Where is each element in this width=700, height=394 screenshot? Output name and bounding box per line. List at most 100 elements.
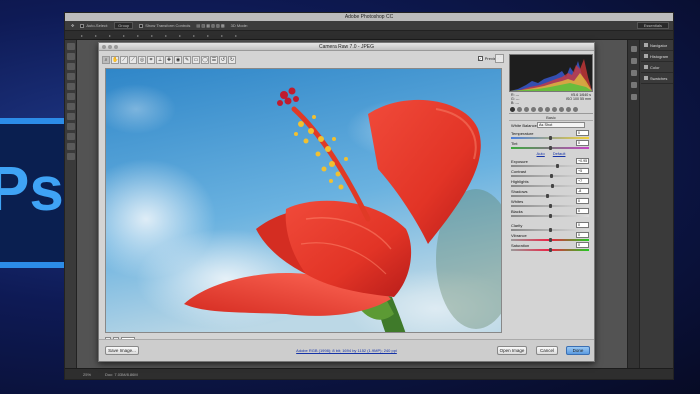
tab-hsl-icon[interactable] [531,106,536,112]
photoshop-logo: Ps [0,118,72,268]
panel-tabs [509,105,593,114]
tool-icon[interactable] [67,93,75,100]
slider-contrast[interactable]: Contrast +5 [509,168,593,178]
adjustments-panel: R: --- G: --- B: --- f/5.6 1/640 s ISO 1… [509,54,593,339]
tool-icon[interactable] [67,43,75,50]
slider-highlights[interactable]: Highlights +7 [509,178,593,188]
hibiscus-photo [106,69,501,332]
panel-icon[interactable] [631,46,637,52]
slider-clarity[interactable]: Clarity 0 [509,222,593,232]
tab-basic-icon[interactable] [510,106,515,112]
panel-icon[interactable] [631,70,637,76]
panel-icon[interactable] [631,94,637,100]
tab-presets-icon[interactable] [566,106,571,112]
auto-link[interactable]: Auto [537,150,545,158]
target-adjust-icon[interactable]: ◎ [138,55,146,64]
open-image-button[interactable]: Open Image [497,346,527,355]
camera-raw-titlebar: Camera Raw 7.0 - JPEG [99,43,594,51]
move-tool-icon[interactable]: ✥ [71,23,74,28]
fullscreen-icon[interactable]: ⤢ [495,54,504,63]
exif-iso-focal: ISO 100 55 mm [565,97,591,101]
tab-tone-curve-icon[interactable] [517,106,522,112]
tool-icon[interactable] [67,153,75,160]
minimize-icon[interactable] [108,45,112,49]
preview-checkbox[interactable]: ✓ [477,56,483,61]
app-title: Adobe Photoshop CC [65,13,673,21]
tool-icon[interactable] [67,143,75,150]
camera-raw-toolbar: ⌕ ✋ ⟋ ⟋ ◎ ⌗ ⟂ ✚ ◉ ✎ ▭ ◯ ☰ ↺ ↻ [102,54,505,65]
slider-knob[interactable] [548,248,552,252]
right-panel-dock: Navigator Histogram Color Swatches [627,40,673,370]
slider-knob[interactable] [548,146,552,150]
rotate-left-icon[interactable]: ↺ [219,55,227,64]
tool-icon[interactable] [67,83,75,90]
doc-size: Doc: 7.03M/8.86M [105,371,138,377]
camera-raw-title: Camera Raw 7.0 - JPEG [318,44,375,50]
straighten-tool-icon[interactable]: ⟂ [156,55,164,64]
tab-effects-icon[interactable] [552,106,557,112]
align-icons[interactable]: ▤ ▥ ▦ ▧ ▨ ▩ [196,23,224,28]
tool-icon[interactable] [67,133,75,140]
slider-temperature[interactable]: Temperature 0 [509,130,593,140]
tool-icon[interactable] [67,63,75,70]
red-eye-icon[interactable]: ◉ [174,55,182,64]
white-balance-dropdown[interactable]: As Shot [537,122,585,128]
spot-removal-icon[interactable]: ✚ [165,55,173,64]
auto-select-dropdown[interactable]: Group [114,22,134,29]
tool-icon[interactable] [67,113,75,120]
white-balance-tool-icon[interactable]: ⟋ [120,55,128,64]
tab-snapshots-icon[interactable] [573,106,578,112]
camera-readout: R: --- G: --- B: --- f/5.6 1/640 s ISO 1… [511,93,591,105]
tab-split-toning-icon[interactable] [538,106,543,112]
mode-3d-label: 3D Mode: [230,23,248,28]
status-bar: 25% Doc: 7.03M/8.86M [65,368,673,379]
crop-tool-icon[interactable]: ⌗ [147,55,155,64]
tool-icon[interactable] [67,73,75,80]
tool-icon[interactable] [67,103,75,110]
panel-icon[interactable] [631,58,637,64]
close-icon[interactable] [102,45,106,49]
slider-vibrance[interactable]: Vibrance 0 [509,232,593,242]
slider-saturation[interactable]: Saturation 0 [509,242,593,252]
default-link[interactable]: Default [553,150,566,158]
tab-detail-icon[interactable] [524,106,529,112]
rotate-right-icon[interactable]: ↻ [228,55,236,64]
panel-icon[interactable] [631,82,637,88]
slider-shadows[interactable]: Shadows -8 [509,188,593,198]
auto-select-option[interactable]: Auto-Select: [80,23,108,28]
radial-filter-icon[interactable]: ◯ [201,55,209,64]
histogram [509,54,593,92]
zoom-tool-icon[interactable]: ⌕ [102,55,110,64]
preview-image[interactable] [105,68,502,333]
tab-lens-icon[interactable] [545,106,550,112]
tool-icon[interactable] [67,123,75,130]
dialog-footer: Save Image... Adobe RGB (1998); 8 bit; 1… [99,339,594,361]
cancel-button[interactable]: Cancel [536,346,558,355]
zoom-icon[interactable] [114,45,118,49]
panel-color[interactable]: Color [641,62,673,73]
preferences-icon[interactable]: ☰ [210,55,218,64]
panel-swatches[interactable]: Swatches [641,73,673,84]
slider-blacks[interactable]: Blacks 0 [509,208,593,218]
document-tabs: ▸ ▸ ▸ ▸ ▸ ▸ ▸ ▸ ▸ ▸ ▸ ▸ [65,31,673,40]
camera-raw-dialog: Camera Raw 7.0 - JPEG ⌕ ✋ ⟋ ⟋ ◎ ⌗ ⟂ ✚ ◉ … [98,42,595,362]
auto-default-links: Auto Default [509,150,593,158]
done-button[interactable]: Done [566,346,590,355]
slider-exposure[interactable]: Exposure +0.95 [509,158,593,168]
graduated-filter-icon[interactable]: ▭ [192,55,200,64]
show-transform-option[interactable]: Show Transform Controls [139,23,190,28]
tool-icon[interactable] [67,53,75,60]
slider-whites[interactable]: Whites 0 [509,198,593,208]
zoom-level[interactable]: 25% [83,372,91,377]
color-sampler-icon[interactable]: ⟋ [129,55,137,64]
slider-tint[interactable]: Tint 0 [509,140,593,150]
tab-camera-calibration-icon[interactable] [559,106,564,112]
panel-histogram[interactable]: Histogram [641,51,673,62]
slider-knob[interactable] [548,214,552,218]
tools-panel [65,40,77,370]
panel-section-title: Basic [509,114,593,121]
panel-navigator[interactable]: Navigator [641,40,673,51]
adjustment-brush-icon[interactable]: ✎ [183,55,191,64]
hand-tool-icon[interactable]: ✋ [111,55,119,64]
workspace-dropdown[interactable]: Essentials [636,22,669,29]
